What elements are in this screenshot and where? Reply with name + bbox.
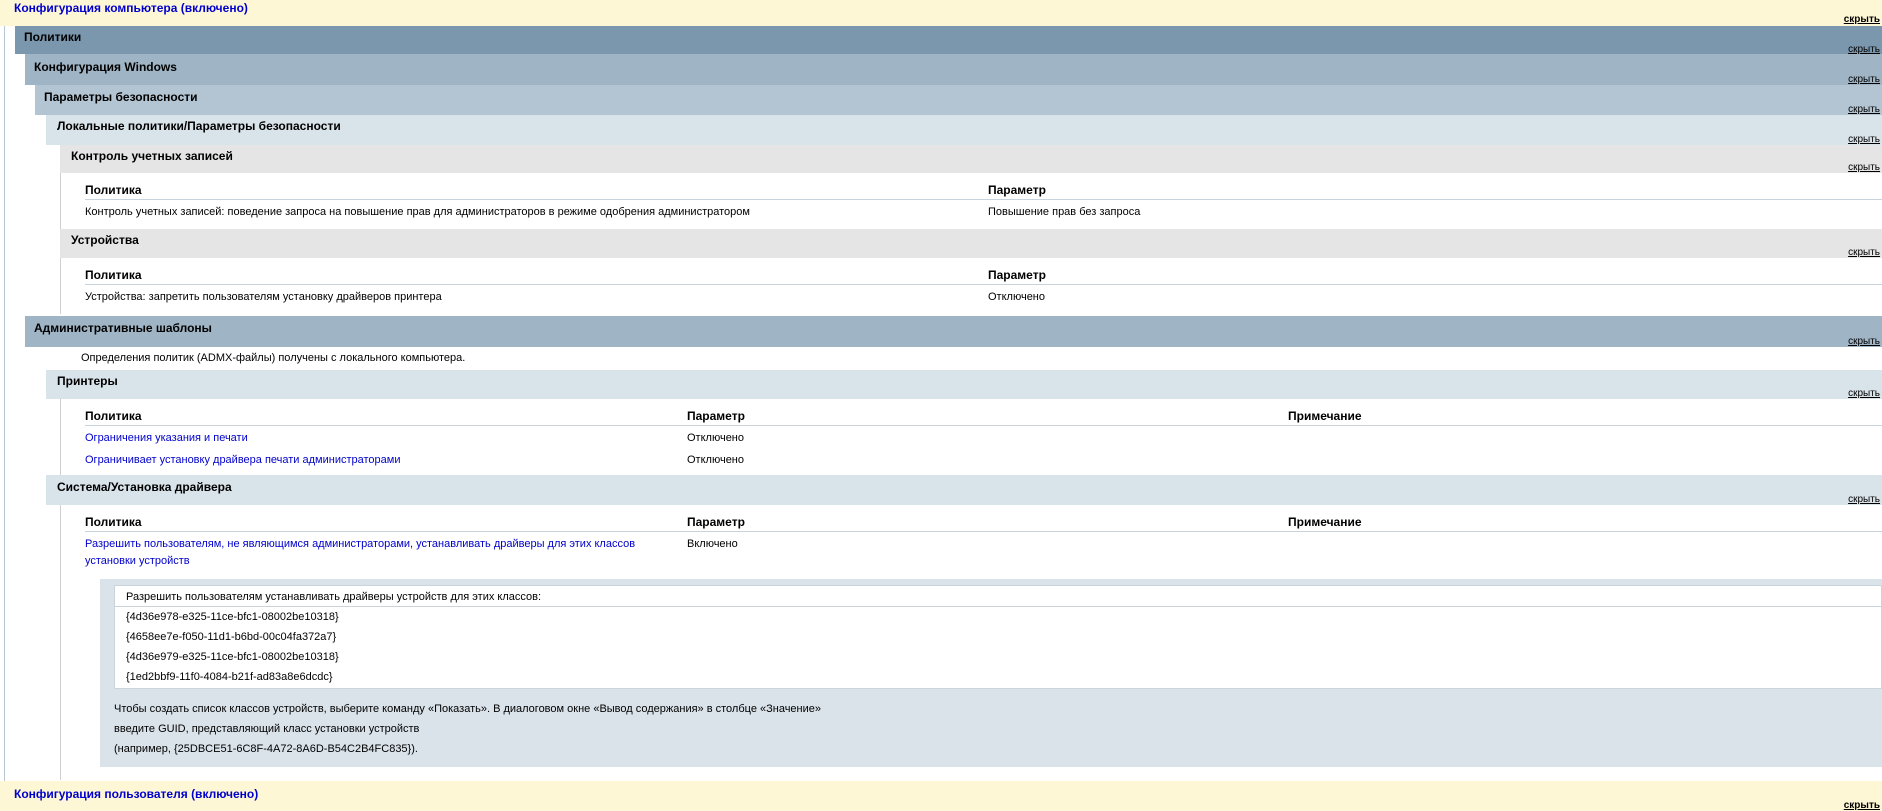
devices-header[interactable]: Устройства скрыть: [60, 229, 1882, 258]
column-header-comment: Примечание: [1288, 515, 1362, 529]
printers-row-setting: Отключено: [687, 432, 744, 444]
printers-header[interactable]: Принтеры скрыть: [46, 370, 1882, 399]
guid-list-header: Разрешить пользователям устанавливать др…: [126, 591, 542, 603]
policy-detail-panel: Разрешить пользователям устанавливать др…: [100, 579, 1882, 767]
column-header-comment: Примечание: [1288, 409, 1362, 423]
local-policies-header[interactable]: Локальные политики/Параметры безопасност…: [46, 115, 1882, 145]
security-settings-title: Параметры безопасности: [44, 90, 198, 104]
column-header-policy: Политика: [85, 409, 142, 423]
hide-link[interactable]: скрыть: [1848, 162, 1880, 173]
policies-title: Политики: [24, 30, 82, 44]
guid-list-divider: [115, 606, 1881, 607]
user-config-header[interactable]: Конфигурация пользователя (включено) скр…: [0, 781, 1882, 811]
guid-item: {4658ee7e-f050-11d1-b6bd-00c04fa372a7}: [126, 631, 337, 643]
guid-item: {4d36e978-e325-11ce-bfc1-08002be10318}: [126, 611, 339, 623]
security-settings-header[interactable]: Параметры безопасности скрыть: [35, 85, 1882, 115]
devices-title: Устройства: [71, 233, 139, 247]
uac-row-policy: Контроль учетных записей: поведение запр…: [85, 206, 750, 218]
column-header-policy: Политика: [85, 268, 142, 282]
policies-header[interactable]: Политики скрыть: [15, 26, 1882, 55]
column-header-policy: Политика: [85, 515, 142, 529]
explain-line: введите GUID, представляющий класс устан…: [114, 723, 420, 735]
printers-row-setting: Отключено: [687, 454, 744, 466]
column-header-setting: Параметр: [988, 183, 1046, 197]
column-header-setting: Параметр: [988, 268, 1046, 282]
explain-line: (например, {25DBCE51-6C8F-4A72-8A6D-B54C…: [114, 743, 418, 755]
hide-link[interactable]: скрыть: [1848, 336, 1880, 347]
driver-install-row-setting: Включено: [687, 538, 738, 550]
hide-link[interactable]: скрыть: [1848, 494, 1880, 505]
printers-title: Принтеры: [57, 374, 118, 388]
column-header-setting: Параметр: [687, 409, 745, 423]
devices-row-setting: Отключено: [988, 291, 1045, 303]
computer-config-title[interactable]: Конфигурация компьютера (включено): [14, 1, 248, 15]
devices-row-policy: Устройства: запретить пользователям уста…: [85, 291, 442, 303]
column-header-setting: Параметр: [687, 515, 745, 529]
hide-link[interactable]: скрыть: [1848, 104, 1880, 115]
printers-row-policy-link[interactable]: Ограничивает установку драйвера печати а…: [85, 454, 400, 466]
uac-row-setting: Повышение прав без запроса: [988, 206, 1141, 218]
windows-config-header[interactable]: Конфигурация Windows скрыть: [25, 54, 1882, 85]
admin-templates-header[interactable]: Административные шаблоны скрыть: [25, 316, 1882, 347]
computer-config-header[interactable]: Конфигурация компьютера (включено) скрыт…: [0, 0, 1882, 26]
hide-link[interactable]: скрыть: [1848, 388, 1880, 399]
guid-item: {4d36e979-e325-11ce-bfc1-08002be10318}: [126, 651, 339, 663]
windows-config-title: Конфигурация Windows: [34, 60, 177, 74]
admin-templates-title: Административные шаблоны: [34, 321, 212, 335]
uac-header[interactable]: Контроль учетных записей скрыть: [60, 145, 1882, 173]
header-divider: [85, 284, 1882, 285]
local-policies-title: Локальные политики/Параметры безопасност…: [57, 119, 341, 133]
admin-templates-note: Определения политик (ADMX-файлы) получен…: [81, 352, 466, 364]
user-config-title[interactable]: Конфигурация пользователя (включено): [14, 787, 258, 801]
driver-install-header[interactable]: Система/Установка драйвера скрыть: [46, 475, 1882, 505]
uac-title: Контроль учетных записей: [71, 149, 233, 163]
header-divider: [85, 531, 1882, 532]
column-header-policy: Политика: [85, 183, 142, 197]
printers-row-policy-link[interactable]: Ограничения указания и печати: [85, 432, 248, 444]
hide-link[interactable]: скрыть: [1844, 800, 1880, 811]
driver-install-row-policy-link[interactable]: Разрешить пользователям, не являющимся а…: [85, 538, 635, 550]
hide-link[interactable]: скрыть: [1848, 247, 1880, 258]
hide-link[interactable]: скрыть: [1848, 74, 1880, 85]
hide-link[interactable]: скрыть: [1848, 134, 1880, 145]
printers-table: Политика Параметр Примечание Ограничения…: [60, 399, 1882, 475]
header-divider: [85, 425, 1882, 426]
uac-table: Политика Параметр Контроль учетных запис…: [60, 173, 1882, 229]
guid-list-box: Разрешить пользователям устанавливать др…: [114, 585, 1882, 689]
driver-install-title: Система/Установка драйвера: [57, 480, 232, 494]
explain-line: Чтобы создать список классов устройств, …: [114, 703, 822, 715]
guid-item: {1ed2bbf9-11f0-4084-b21f-ad83a8e6dcdc}: [126, 671, 333, 683]
devices-table: Политика Параметр Устройства: запретить …: [60, 258, 1882, 314]
driver-install-row-policy-link-line2[interactable]: установки устройств: [85, 555, 190, 567]
left-border: [4, 26, 5, 781]
header-divider: [85, 199, 1882, 200]
driver-install-table: Политика Параметр Примечание Разрешить п…: [60, 505, 1882, 780]
hide-link[interactable]: скрыть: [1844, 14, 1880, 25]
